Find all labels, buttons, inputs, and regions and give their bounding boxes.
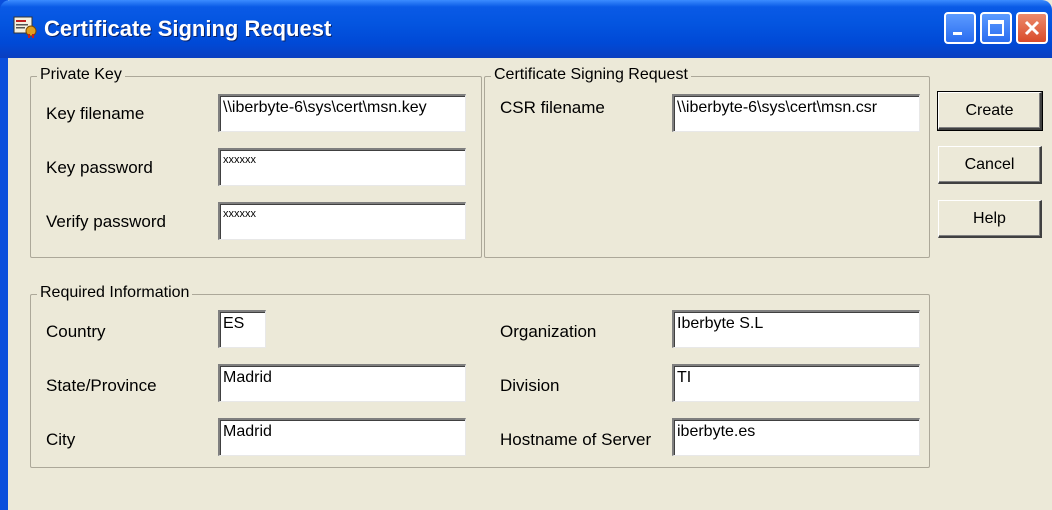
csr-legend: Certificate Signing Request	[491, 66, 691, 84]
certificate-app-icon	[13, 16, 37, 38]
minimize-icon	[953, 32, 962, 35]
city-label: City	[46, 430, 76, 449]
create-button[interactable]: Create	[937, 91, 1043, 131]
close-button[interactable]	[1016, 12, 1048, 44]
state-province-field[interactable]: Madrid	[218, 364, 466, 402]
key-filename-label: Key filename	[46, 104, 145, 123]
minimize-button[interactable]	[944, 12, 976, 44]
required-information-legend: Required Information	[37, 284, 193, 302]
dialog-window: Certificate Signing Request Private Key …	[0, 0, 1052, 510]
title-bar[interactable]: Certificate Signing Request	[0, 0, 1052, 58]
private-key-legend: Private Key	[37, 66, 125, 84]
csr-filename-field[interactable]: \\iberbyte-6\sys\cert\msn.csr	[672, 94, 920, 132]
hostname-label: Hostname of Server	[500, 430, 652, 449]
maximize-button[interactable]	[980, 12, 1012, 44]
division-label: Division	[500, 376, 560, 395]
hostname-field[interactable]: iberbyte.es	[672, 418, 920, 456]
organization-label: Organization	[500, 322, 597, 341]
state-province-label: State/Province	[46, 376, 157, 395]
key-password-label: Key password	[46, 158, 153, 177]
division-field[interactable]: TI	[672, 364, 920, 402]
key-password-field[interactable]: xxxxxx	[218, 148, 466, 186]
country-label: Country	[46, 322, 106, 341]
verify-password-label: Verify password	[46, 212, 166, 231]
country-field[interactable]: ES	[218, 310, 266, 348]
cancel-button[interactable]: Cancel	[938, 146, 1042, 184]
close-icon	[1024, 20, 1040, 36]
maximize-icon	[988, 20, 1004, 36]
city-field[interactable]: Madrid	[218, 418, 466, 456]
csr-filename-label: CSR filename	[500, 98, 605, 117]
organization-field[interactable]: Iberbyte S.L	[672, 310, 920, 348]
key-filename-field[interactable]: \\iberbyte-6\sys\cert\msn.key	[218, 94, 466, 132]
help-button[interactable]: Help	[938, 200, 1042, 238]
window-title: Certificate Signing Request	[44, 16, 332, 41]
verify-password-field[interactable]: xxxxxx	[218, 202, 466, 240]
